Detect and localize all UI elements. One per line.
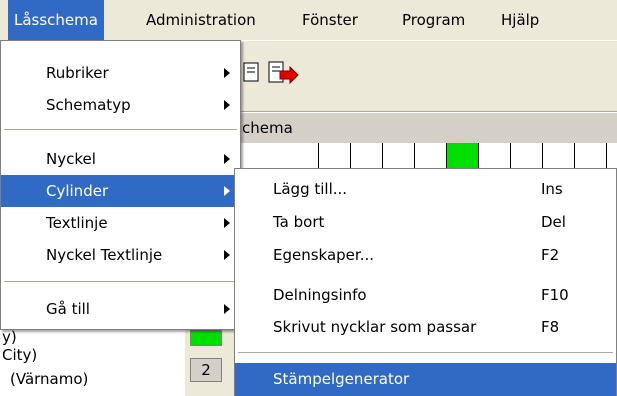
cylinder-submenu: Lägg till... Ins Ta bort Del Egenskaper.…: [234, 168, 617, 396]
menu-fonster[interactable]: Fönster: [296, 0, 364, 40]
schema-header-label: chema: [242, 119, 293, 137]
submenu-item-shortcut: F8: [541, 318, 560, 336]
menu-item-nyckel[interactable]: Nyckel: [1, 143, 240, 175]
submenu-item-label: Ta bort: [273, 213, 325, 231]
grid-cell[interactable]: [319, 143, 351, 171]
schema-header: chema: [240, 112, 617, 144]
submenu-arrow-icon: [224, 186, 230, 196]
submenu-arrow-icon: [224, 304, 230, 314]
menu-item-nyckel-textlinje[interactable]: Nyckel Textlinje: [1, 239, 240, 271]
submenu-item-egenskaper[interactable]: Egenskaper... F2: [235, 239, 616, 272]
grid-cell-selected[interactable]: [447, 143, 479, 171]
grid-cell[interactable]: [575, 143, 607, 171]
submenu-arrow-icon: [224, 218, 230, 228]
menu-item-label: Rubriker: [46, 64, 109, 82]
tree-item[interactable]: (Värnamo): [10, 370, 88, 388]
row-header[interactable]: 2: [190, 358, 222, 382]
menu-separator: [238, 352, 613, 353]
submenu-item-delningsinfo[interactable]: Delningsinfo F10: [235, 279, 616, 312]
document-icon[interactable]: [240, 59, 266, 87]
menu-item-ga-till[interactable]: Gå till: [1, 293, 240, 325]
submenu-item-label: Delningsinfo: [273, 286, 367, 304]
submenu-arrow-icon: [224, 100, 230, 110]
grid-cell[interactable]: [351, 143, 383, 171]
menu-separator: [4, 281, 237, 282]
menu-item-label: Cylinder: [46, 182, 109, 200]
submenu-arrow-icon: [224, 250, 230, 260]
submenu-item-lagg-till[interactable]: Lägg till... Ins: [235, 173, 616, 206]
submenu-item-ta-bort[interactable]: Ta bort Del: [235, 206, 616, 239]
grid-cell[interactable]: [415, 143, 447, 171]
submenu-item-shortcut: Del: [541, 213, 566, 231]
grid-cell[interactable]: [543, 143, 575, 171]
toolbar: [240, 41, 617, 112]
export-icon[interactable]: [266, 59, 299, 87]
lasschema-dropdown: Rubriker Schematyp Nyckel Cylinder Textl…: [0, 40, 241, 330]
submenu-item-stampelgenerator[interactable]: Stämpelgenerator: [235, 363, 616, 396]
menu-item-label: Nyckel: [46, 150, 96, 168]
menu-administration[interactable]: Administration: [140, 0, 262, 40]
menu-item-label: Schematyp: [46, 96, 131, 114]
menu-program[interactable]: Program: [396, 0, 471, 40]
submenu-item-shortcut: F2: [541, 246, 560, 264]
menu-item-label: Textlinje: [46, 214, 108, 232]
row-header-green[interactable]: [190, 330, 222, 346]
tree-item[interactable]: y): [2, 328, 17, 346]
grid-cell[interactable]: [287, 143, 319, 171]
menu-item-schematyp[interactable]: Schematyp: [1, 89, 240, 121]
menu-separator: [4, 129, 237, 130]
submenu-arrow-icon: [224, 154, 230, 164]
submenu-arrow-icon: [224, 68, 230, 78]
grid-cell[interactable]: [511, 143, 543, 171]
tree-item[interactable]: City): [2, 346, 37, 364]
submenu-item-label: Egenskaper...: [273, 246, 375, 264]
menu-bar: Låsschema Administration Fönster Program…: [0, 0, 617, 41]
submenu-item-shortcut: Ins: [541, 180, 563, 198]
submenu-item-label: Lägg till...: [273, 180, 348, 198]
submenu-item-skrivut-nycklar[interactable]: Skrivut nycklar som passar F8: [235, 311, 616, 344]
submenu-item-shortcut: F10: [541, 286, 569, 304]
menu-item-label: Nyckel Textlinje: [46, 246, 163, 264]
menu-item-label: Gå till: [46, 300, 90, 318]
grid-cell[interactable]: [383, 143, 415, 171]
menu-hjalp[interactable]: Hjälp: [495, 0, 545, 40]
menu-item-textlinje[interactable]: Textlinje: [1, 207, 240, 239]
submenu-item-label: Skrivut nycklar som passar: [273, 318, 477, 336]
menu-item-cylinder[interactable]: Cylinder: [1, 175, 240, 207]
menu-lasschema[interactable]: Låsschema: [8, 0, 104, 40]
menu-item-rubriker[interactable]: Rubriker: [1, 57, 240, 89]
grid-cell[interactable]: [479, 143, 511, 171]
submenu-item-label: Stämpelgenerator: [273, 370, 410, 388]
